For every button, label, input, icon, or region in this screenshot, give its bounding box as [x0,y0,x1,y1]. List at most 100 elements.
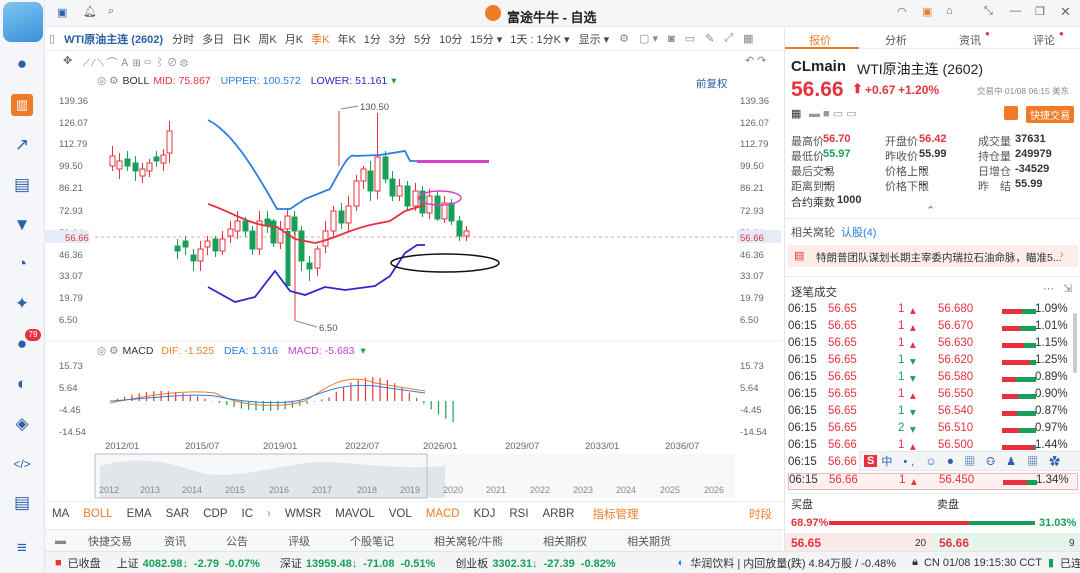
menu-icon[interactable]: ≡ [11,537,33,559]
period-tab[interactable]: 年K [333,31,359,47]
indicator-tab[interactable]: SAR [159,508,197,520]
period-tab[interactable]: 1分 [360,31,385,47]
indicator-tab[interactable]: MA [45,508,76,520]
camera-icon[interactable]: ◙ [663,33,680,45]
indicator-manage-button[interactable]: 指标管理 [585,506,645,522]
moon-icon[interactable]: ◐ [11,373,33,395]
ime-toolbar[interactable]: S 中 •, ☺ ⏺ ▦ ⚇ ♟ ▦ ✿ [859,451,1080,471]
trade-icon[interactable]: ▤ [11,174,33,196]
adjust-button[interactable]: 前复权 [696,76,728,91]
notes-icon[interactable]: ▤ [11,492,33,514]
compare-icon[interactable]: ▭ [680,32,700,45]
drawn-magenta-line[interactable] [417,160,489,163]
undo-icon[interactable]: ↶ ↷ [745,54,767,67]
index-item[interactable]: 深证 13959.48↓ -71.08 -0.51% [280,555,441,571]
code-icon[interactable]: </> [11,453,33,475]
period-tab[interactable]: 分时 [168,31,198,47]
grid-icon[interactable]: ▦ [738,32,758,45]
info-tab[interactable]: 评级 [268,533,330,549]
indicator-tab[interactable]: CDP [196,508,234,520]
collapse-icon[interactable]: ⤡ [984,5,993,18]
info-tab[interactable]: 相关窝轮/牛熊 [414,533,523,549]
macd-dropdown-icon[interactable]: ▾ [360,345,365,357]
indicator-tab[interactable]: EMA [120,508,159,520]
indicator-tab[interactable]: ARBR [536,508,582,520]
minimize-icon[interactable]: — [1010,5,1021,17]
search-icon[interactable]: ⌕ [108,5,114,18]
indicator-tab[interactable]: IC [235,508,261,520]
headset-icon[interactable]: ◠ [897,5,907,18]
news-banner[interactable]: ▤ 特朗普团队谋划长期主宰委内瑞拉石油命脉，瞄准5... › [788,245,1078,267]
period-tab[interactable]: 3分 [385,31,410,47]
boll-dropdown-icon[interactable]: ▾ [391,75,396,87]
info-tab[interactable]: 相关期货 [607,533,691,549]
indicator-tab[interactable]: RSI [502,508,535,520]
tab-quote[interactable]: 报价 [809,32,831,48]
tab-news[interactable]: 资讯 [959,32,981,48]
drawn-black-ellipse[interactable] [390,253,500,273]
draw-icon[interactable]: ✎ [700,32,719,45]
close-icon[interactable]: ✕ [1060,4,1071,20]
pie-icon[interactable]: ◔ [11,253,33,275]
tab-comments[interactable]: 评论 [1033,32,1055,48]
trend-icon[interactable]: ↗ [11,134,33,156]
period-tab[interactable]: 10分 [435,31,466,47]
ime-tools-icon[interactable]: 中 •, ☺ ⏺ ▦ ⚇ ♟ ▦ ✿ [881,453,1064,469]
period-tab[interactable]: 周K [254,31,280,47]
sidebar-toggle-icon[interactable]: ▯ [45,32,59,45]
move-icon[interactable]: ✥ [63,54,72,67]
period-tab[interactable]: 5分 [410,31,435,47]
period-tab[interactable]: 15分 ▾ [466,31,506,47]
kline-chart[interactable]: 139.36 139.36 126.07 126.07 112.79 112.79 99.5… [45,71,783,501]
eye-icon[interactable]: ◎ ⚙ [97,75,119,87]
expand-chevron-icon[interactable]: ⌃ [926,204,935,217]
indicator-tab[interactable]: KDJ [467,508,503,520]
period-tab[interactable]: 季K [307,31,333,47]
collapse-panel-icon[interactable]: ▬ [45,535,76,547]
maximize-icon[interactable]: ❐ [1035,5,1045,18]
period-tab[interactable]: 日K [228,31,254,47]
checkbox-icon[interactable]: ▢ ▾ [634,32,663,45]
bell-alert-icon[interactable] [1004,106,1018,120]
game-icon[interactable]: ◈ [11,413,33,435]
indicator-tab[interactable]: VOL [382,508,419,520]
indicator-tab[interactable]: MACD [419,508,467,520]
trades-scrollbar[interactable] [1073,313,1077,373]
info-tab[interactable]: 资讯 [144,533,206,549]
shirt-icon[interactable]: ⌂ [946,5,953,17]
more-icon[interactable]: ⋯ [1043,282,1054,295]
index-item[interactable]: 创业板 3302.31↓ -27.39 -0.82% [455,555,621,571]
indicator-tab[interactable]: MAVOL [328,508,381,520]
layout-icon[interactable]: ▣ [57,6,67,19]
info-tab[interactable]: 快捷交易 [76,533,144,549]
period-button[interactable]: 时段 [742,506,779,522]
indicator-tab[interactable]: WMSR [278,508,328,520]
instrument-label[interactable]: WTI原油主连 (2602) [59,31,168,47]
chart-area[interactable]: 139.36 139.36 126.07 126.07 112.79 112.79 99.5… [45,71,783,501]
info-tab[interactable]: 相关期权 [523,533,607,549]
popout-icon[interactable]: ⇲ [1063,282,1072,295]
period-tab[interactable]: 多日 [198,31,228,47]
macd-eye-icon[interactable]: ◎ ⚙ [97,345,119,357]
settings-icon[interactable]: ⚙ [614,32,634,45]
indicator-tab[interactable]: BOLL [76,508,119,520]
tab-analysis[interactable]: 分析 [885,32,907,48]
news-ticker[interactable]: 华润饮料 | 内回放量(跌) 4.84万股 / -0.48% [690,555,896,571]
discover-icon[interactable]: ✦ [11,293,33,315]
period-tab[interactable]: 1天 : 1分K ▾ [506,31,573,47]
filter-icon[interactable]: ▼ [11,214,33,236]
quotes-icon[interactable]: ▥ [11,94,33,116]
info-tab[interactable]: 公告 [206,533,268,549]
info-tab[interactable]: 个股笔记 [330,533,414,549]
indicator-more-icon[interactable]: › [260,508,278,520]
draw-tools-icon[interactable]: ⟋ ⁄ ⟍ ⌒ Ａ ⊞ ▭ ⌇ ⊘ ⚙ [83,54,188,69]
gift-icon[interactable]: ▣ [922,5,932,18]
display-dropdown[interactable]: 显示 ▾ [574,31,615,47]
period-tab[interactable]: 月K [281,31,307,47]
index-item[interactable]: 上证 4082.98↓ -2.79 -0.07% [117,555,266,571]
ime-logo-icon[interactable]: S [864,455,878,467]
bell-icon[interactable]: 🔔︎ [83,5,97,18]
user-icon[interactable]: ● [11,53,33,75]
related-link[interactable]: 认股(4) [841,224,876,240]
expand-icon[interactable]: ⤢ [719,32,738,45]
